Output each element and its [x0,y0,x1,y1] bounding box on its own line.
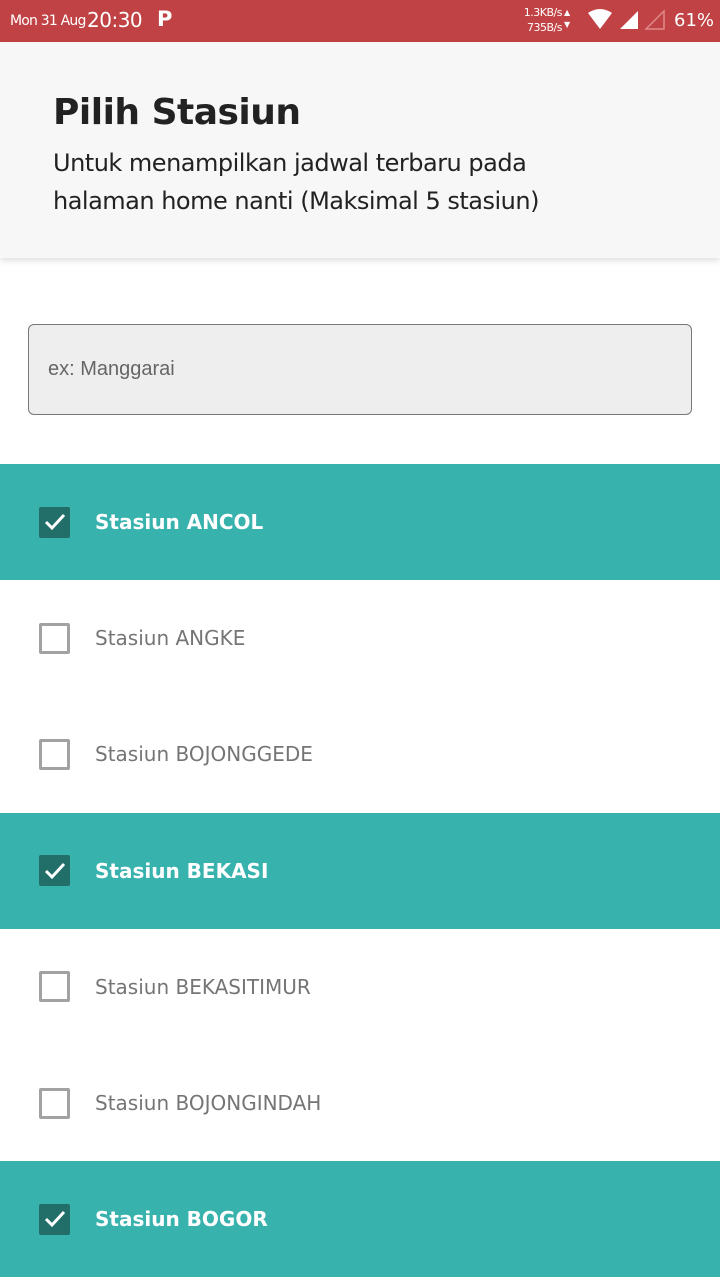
station-label: Stasiun BEKASITIMUR [95,974,311,999]
cell-signal-empty-icon [644,9,665,30]
network-speed: 1.3KB/s 735B/s [523,6,563,34]
data-arrows-icon: ▲ ▼ [564,8,571,29]
station-item[interactable]: Stasiun BOJONGINDAH [0,1045,720,1161]
checkmark-icon [44,1211,65,1228]
station-label: Stasiun BEKASI [95,858,269,883]
checkbox-unchecked[interactable] [39,1087,70,1119]
page-header: Pilih Stasiun Untuk menampilkan jadwal t… [0,42,720,258]
status-date: Mon 31 Aug [10,13,86,29]
station-search-input[interactable] [28,324,692,415]
station-item[interactable]: Stasiun ANGKE [0,580,720,696]
station-item[interactable]: Stasiun BOJONGGEDE [0,696,720,812]
checkbox-unchecked[interactable] [39,971,70,1003]
station-label: Stasiun BOJONGINDAH [95,1091,322,1116]
page-title: Pilih Stasiun [53,92,301,133]
status-time: 20:30 [87,8,143,32]
station-label: Stasiun BOGOR [95,1207,268,1232]
checkmark-icon [44,514,65,531]
signal-icons [588,9,665,30]
checkmark-icon [44,862,65,879]
station-label: Stasiun ANCOL [95,510,264,535]
checkbox-unchecked[interactable] [39,622,70,654]
station-item[interactable]: Stasiun BOGOR [0,1161,720,1278]
checkbox-checked[interactable] [39,1203,70,1235]
page-subtitle: Untuk menampilkan jadwal terbaru pada ha… [53,149,539,215]
checkbox-checked[interactable] [39,855,70,887]
battery-level: 61% [674,10,715,31]
station-list: Stasiun ANCOL Stasiun ANGKE Stasiun BOJONG… [0,464,720,1278]
status-bar: Mon 31 Aug 20:30 P 1.3KB/s 735B/s ▲ ▼ 61% [0,0,720,42]
parking-p-icon: P [157,7,173,31]
wifi-icon [588,9,612,29]
station-item[interactable]: Stasiun BEKASI [0,812,720,929]
checkbox-checked[interactable] [39,506,70,538]
checkbox-unchecked[interactable] [39,738,70,770]
station-item[interactable]: Stasiun BEKASITIMUR [0,929,720,1045]
station-label: Stasiun BOJONGGEDE [95,742,313,767]
station-item[interactable]: Stasiun ANCOL [0,464,720,581]
station-label: Stasiun ANGKE [95,626,246,651]
cell-signal-icon [620,11,638,29]
